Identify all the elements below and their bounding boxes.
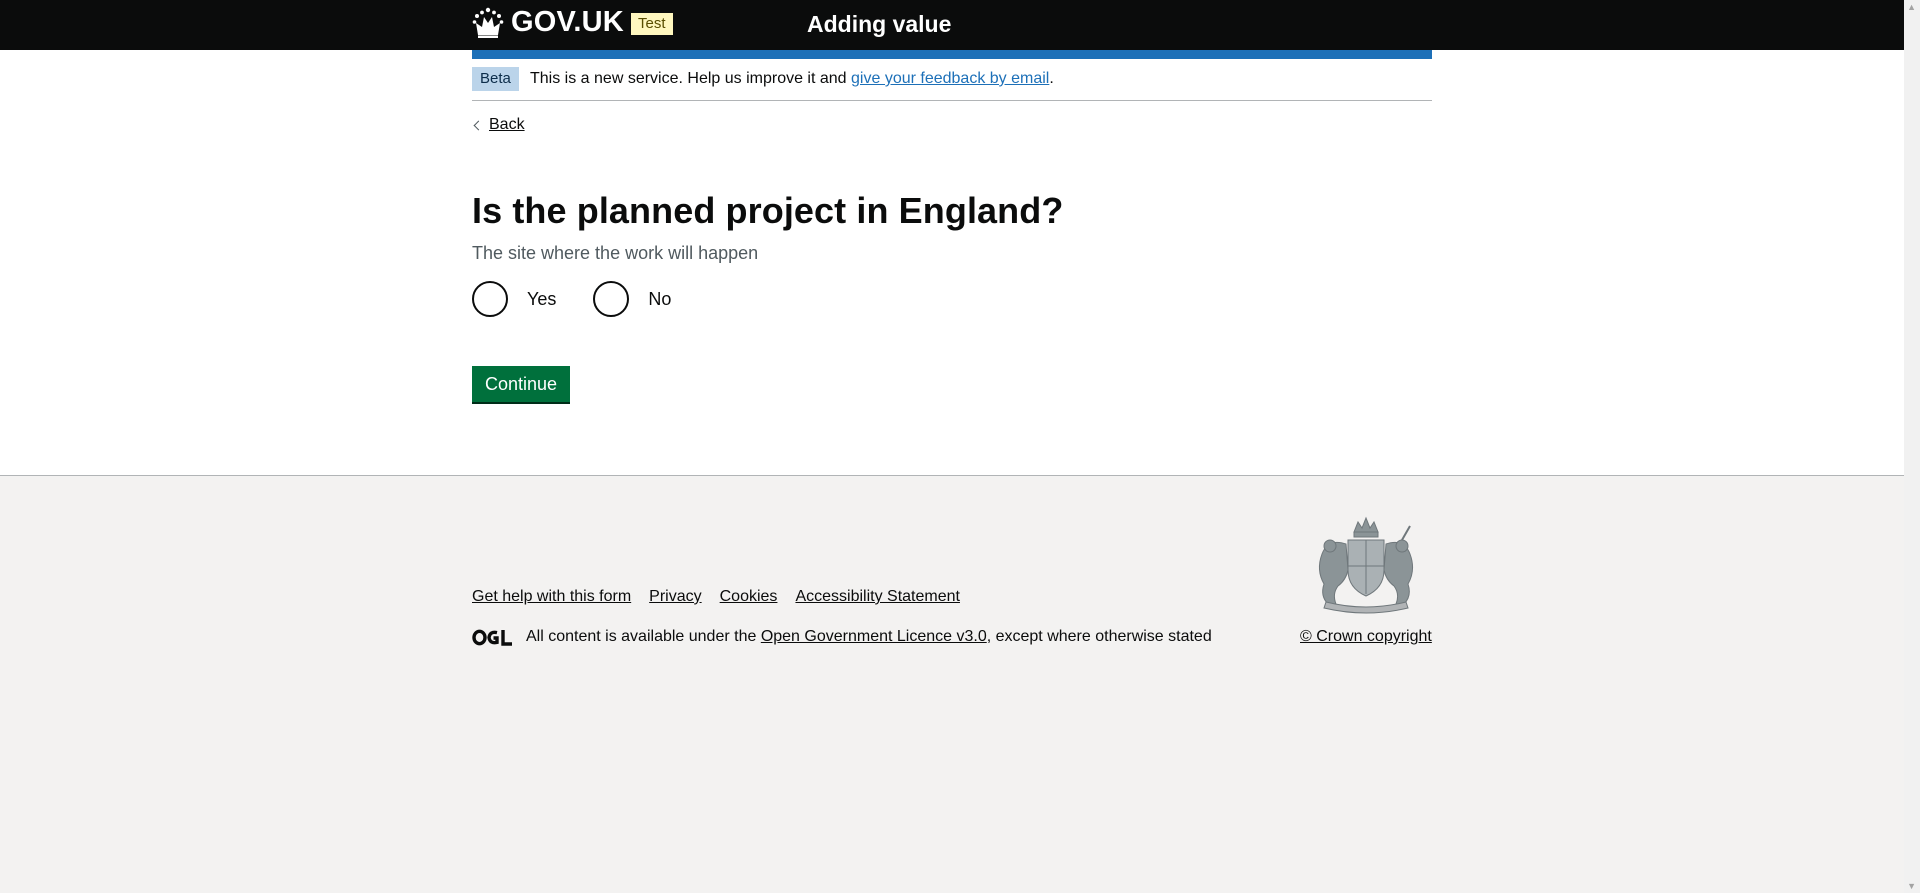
logo-text: GOV.UK [511, 6, 624, 38]
govuk-logo-link[interactable]: GOV.UK [472, 6, 624, 39]
header-blue-bar [472, 50, 1432, 59]
scrollbar[interactable]: ▲ ▼ [1904, 0, 1920, 893]
radio-yes-label[interactable]: Yes [527, 289, 556, 310]
scroll-down-icon[interactable]: ▼ [1907, 881, 1916, 891]
footer-link-accessibility[interactable]: Accessibility Statement [795, 588, 960, 606]
licence-link[interactable]: Open Government Licence v3.0 [761, 628, 987, 645]
govuk-header: GOV.UK Test Adding value [0, 0, 1904, 50]
phase-banner: Beta This is a new service. Help us impr… [472, 66, 1432, 101]
radio-option-yes[interactable]: Yes [472, 281, 556, 317]
crown-icon [472, 7, 504, 38]
radio-no-label[interactable]: No [648, 289, 671, 310]
phase-banner-text: This is a new service. Help us improve i… [530, 70, 1054, 87]
footer-link-privacy[interactable]: Privacy [649, 588, 701, 606]
footer-link-cookies[interactable]: Cookies [720, 588, 778, 606]
radio-yes[interactable] [472, 281, 508, 317]
crown-copyright-link[interactable]: © Crown copyright [1300, 628, 1432, 646]
continue-button[interactable]: Continue [472, 366, 570, 402]
back-link[interactable]: Back [472, 116, 525, 134]
footer-links: Get help with this form Privacy Cookies … [472, 588, 978, 606]
feedback-link[interactable]: give your feedback by email [851, 70, 1049, 87]
radio-no[interactable] [593, 281, 630, 317]
radio-group: Yes No [472, 281, 708, 317]
scroll-up-icon[interactable]: ▲ [1907, 2, 1916, 12]
royal-coat-of-arms [1318, 516, 1414, 614]
footer-border [0, 475, 1904, 476]
page-title: Is the planned project in England? [472, 190, 1064, 231]
chevron-left-icon [473, 120, 484, 130]
environment-tag: Test [631, 13, 673, 35]
beta-tag: Beta [472, 67, 519, 91]
back-link-label: Back [489, 116, 525, 133]
footer-link-help[interactable]: Get help with this form [472, 588, 631, 606]
question-hint: The site where the work will happen [472, 243, 759, 263]
ogl-logo [472, 629, 512, 646]
licence-statement: All content is available under the Open … [472, 628, 1212, 646]
radio-option-no[interactable]: No [593, 281, 671, 317]
service-name[interactable]: Adding value [807, 11, 951, 38]
